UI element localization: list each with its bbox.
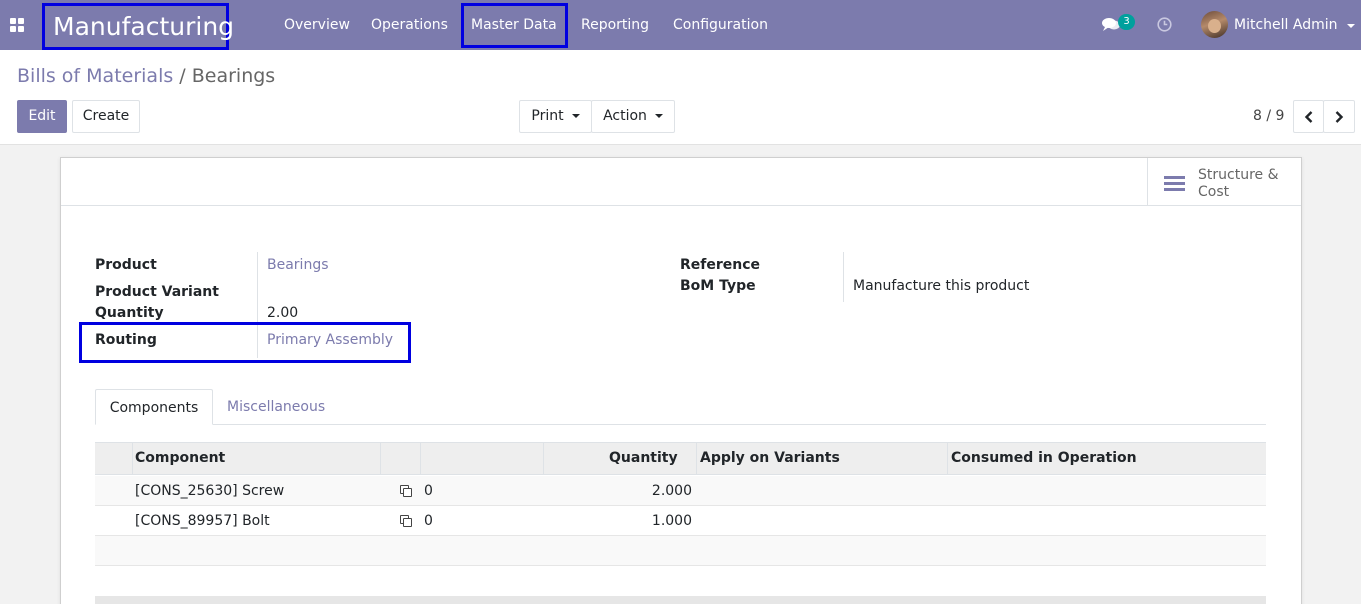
menu-master-data[interactable]: Master Data [461,3,568,48]
quantity-cell[interactable]: 2.000 [605,476,692,506]
breadcrumb-current: Bearings [191,65,276,87]
breadcrumb-parent[interactable]: Bills of Materials [17,65,173,87]
tab-components[interactable]: Components [95,389,213,425]
table-header: Component Quantity Apply on Variants Con… [95,442,1266,475]
product-variant-label: Product Variant [95,284,219,300]
breadcrumb-separator: / [179,65,186,87]
menu-reporting[interactable]: Reporting [581,0,649,50]
pager-value[interactable]: 8 / 9 [1253,108,1284,124]
action-dropdown[interactable]: Action [591,100,675,133]
col-apply-on-variants[interactable]: Apply on Variants [700,443,840,474]
copy-count-cell: 0 [424,483,433,499]
col-quantity[interactable]: Quantity [609,443,678,474]
top-navbar: Manufacturing Overview Operations Master… [0,0,1361,50]
chevron-down-icon [571,114,580,118]
print-label: Print [531,108,564,124]
structure-cost-button[interactable]: Structure & Cost [1147,158,1301,206]
product-label: Product [95,257,157,273]
menu-operations[interactable]: Operations [371,0,448,50]
pager-next-button[interactable] [1323,100,1355,133]
chevron-right-icon [1335,111,1344,123]
quantity-cell[interactable]: 1.000 [605,506,692,536]
bom-type-label: BoM Type [680,278,756,294]
reference-label: Reference [680,257,761,273]
edit-button[interactable]: Edit [17,100,67,133]
component-cell[interactable]: [CONS_89957] Bolt [135,506,270,536]
apps-grid-icon[interactable] [10,18,24,32]
column-divider [132,443,133,474]
breadcrumb: Bills of Materials / Bearings [17,63,275,89]
table-row[interactable]: [CONS_25630] Screw 0 2.000 [95,476,1266,506]
pager-previous-button[interactable] [1293,100,1324,133]
column-divider [380,443,381,474]
copy-count-cell: 0 [424,513,433,529]
bars-icon [1164,176,1185,192]
col-component[interactable]: Component [135,443,225,474]
column-divider [420,443,421,474]
table-footer [95,596,1266,604]
action-label: Action [603,108,647,124]
chevron-down-icon [654,114,663,118]
table-row[interactable]: [CONS_89957] Bolt 0 1.000 [95,506,1266,536]
menu-configuration[interactable]: Configuration [673,0,768,50]
message-count-badge: 3 [1118,14,1135,30]
create-button[interactable]: Create [72,100,140,133]
user-menu-caret-icon[interactable] [1347,24,1355,28]
button-box: Structure & Cost [61,158,1301,206]
column-divider [543,443,544,474]
quantity-field[interactable]: 2.00 [267,305,298,321]
quantity-label: Quantity [95,305,164,321]
print-dropdown[interactable]: Print [519,100,592,133]
app-title[interactable]: Manufacturing [42,3,234,50]
col-consumed-in-operation[interactable]: Consumed in Operation [951,443,1137,474]
column-divider [696,443,697,474]
copy-icon[interactable] [400,515,413,528]
structure-cost-label: Structure & Cost [1198,167,1279,200]
column-divider [947,443,948,474]
copy-icon[interactable] [400,485,413,498]
menu-overview[interactable]: Overview [284,0,350,50]
product-field[interactable]: Bearings [267,257,329,273]
clock-icon[interactable] [1157,17,1172,32]
user-name[interactable]: Mitchell Admin [1234,0,1338,50]
routing-highlight [79,322,411,363]
avatar[interactable] [1201,11,1228,38]
field-divider [843,252,844,302]
tab-miscellaneous[interactable]: Miscellaneous [227,389,325,425]
bom-type-field[interactable]: Manufacture this product [853,278,1029,294]
component-cell[interactable]: [CONS_25630] Screw [135,476,284,506]
empty-row [95,536,1266,566]
chevron-left-icon [1304,111,1312,123]
